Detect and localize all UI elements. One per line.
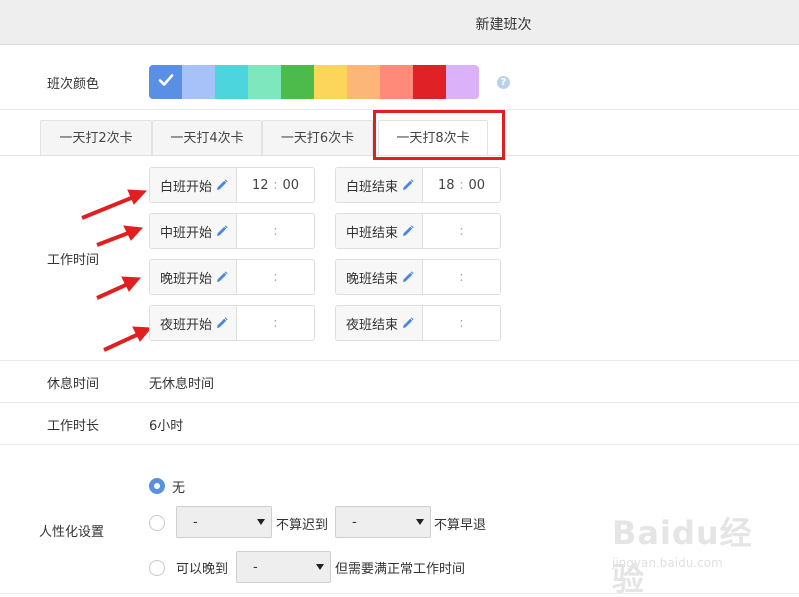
- pencil-icon[interactable]: [402, 179, 414, 191]
- shift-end-time-label-text: 白班结束: [346, 179, 399, 195]
- shift-end-time-input[interactable]: :: [423, 260, 500, 294]
- shift-start-time-input[interactable]: 12:00: [237, 168, 314, 202]
- shift-start-time-label: 白班开始: [150, 168, 238, 202]
- minute-value[interactable]: 00: [283, 178, 305, 193]
- shift-end-time-label: 中班结束: [336, 214, 424, 248]
- annotation-arrow: [103, 331, 142, 352]
- shift-start-time-group: 中班开始:: [149, 213, 315, 249]
- shift-end-time-input[interactable]: 18:00: [423, 168, 500, 202]
- shift-end-time-label-text: 中班结束: [346, 225, 399, 241]
- baidu-watermark: Baidu经验 jingyan.baidu.com: [612, 508, 772, 597]
- shift-end-time-input[interactable]: :: [423, 306, 500, 340]
- pencil-icon[interactable]: [402, 225, 414, 237]
- time-separator: :: [273, 177, 278, 193]
- shift-start-time-group: 晚班开始:: [149, 259, 315, 295]
- shift-end-time-label: 夜班结束: [336, 306, 424, 340]
- hour-value[interactable]: 12: [247, 178, 269, 193]
- shift-start-time-label: 夜班开始: [150, 306, 238, 340]
- shift-start-time-input[interactable]: :: [237, 306, 314, 340]
- pencil-icon[interactable]: [216, 225, 228, 237]
- shift-start-time-label-text: 晚班开始: [160, 271, 213, 287]
- shift-start-time-input[interactable]: :: [237, 214, 314, 248]
- shift-end-time-group: 晚班结束:: [335, 259, 501, 295]
- shift-start-time-label-text: 白班开始: [160, 179, 213, 195]
- time-separator: :: [273, 269, 278, 285]
- shift-end-time-input[interactable]: :: [423, 214, 500, 248]
- shift-start-time-input[interactable]: :: [237, 260, 314, 294]
- time-separator: :: [273, 223, 278, 239]
- shift-end-time-label-text: 夜班结束: [346, 317, 399, 333]
- time-separator: :: [459, 315, 464, 331]
- shift-end-time-label-text: 晚班结束: [346, 271, 399, 287]
- annotation-arrow: [96, 281, 131, 300]
- shift-end-time-label: 晚班结束: [336, 260, 424, 294]
- shift-start-time-label-text: 夜班开始: [160, 317, 213, 333]
- annotation-arrow: [127, 189, 148, 205]
- pencil-icon[interactable]: [402, 271, 414, 283]
- minute-value[interactable]: 00: [469, 178, 491, 193]
- pencil-icon[interactable]: [402, 317, 414, 329]
- watermark-logo: Baidu经验: [612, 514, 753, 597]
- pencil-icon[interactable]: [216, 179, 228, 191]
- hour-value[interactable]: 18: [433, 178, 455, 193]
- time-separator: :: [273, 315, 278, 331]
- shift-start-time-label-text: 中班开始: [160, 225, 213, 241]
- watermark-url: jingyan.baidu.com: [612, 556, 723, 570]
- shift-end-time-group: 白班结束 18:00: [335, 167, 501, 203]
- pencil-icon[interactable]: [216, 317, 228, 329]
- pencil-icon[interactable]: [216, 271, 228, 283]
- shift-start-time-group: 白班开始 12:00: [149, 167, 315, 203]
- shift-start-time-label: 晚班开始: [150, 260, 238, 294]
- annotation-arrow: [96, 230, 132, 247]
- time-separator: :: [459, 177, 464, 193]
- annotation-arrow: [81, 194, 137, 220]
- shift-start-time-group: 夜班开始:: [149, 305, 315, 341]
- shift-end-time-group: 夜班结束:: [335, 305, 501, 341]
- shift-end-time-label: 白班结束: [336, 168, 424, 202]
- shift-end-time-group: 中班结束:: [335, 213, 501, 249]
- time-separator: :: [459, 269, 464, 285]
- time-separator: :: [459, 223, 464, 239]
- shift-start-time-label: 中班开始: [150, 214, 238, 248]
